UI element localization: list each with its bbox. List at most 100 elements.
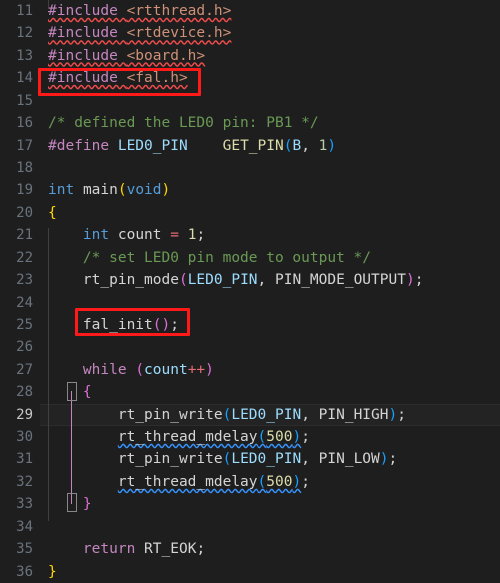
token-header: <rtdevice.h> (126, 25, 232, 42)
token-header: <fal.h> (126, 70, 188, 87)
token-assign: = (170, 227, 179, 244)
code-line-29[interactable]: rt_pin_write(LED0_PIN, PIN_HIGH); (40, 404, 500, 426)
line-number: 13 (16, 47, 33, 64)
token-directive: #define (48, 137, 110, 154)
token-gap (188, 138, 223, 154)
token-directive: #include (48, 70, 118, 87)
token-brace-open: { (48, 204, 57, 221)
token-number: 1 (178, 227, 197, 244)
line-number: 25 (16, 316, 33, 333)
token-arg-1: LED0_PIN (231, 406, 302, 423)
code-line-14[interactable]: #include <fal.h> (40, 67, 500, 89)
code-line-22[interactable]: /* set LED0 pin mode to output */ (40, 247, 500, 269)
token-paren-close: ) (379, 451, 389, 468)
token-paren-close: ) (388, 406, 398, 423)
code-line-34[interactable] (40, 516, 500, 538)
token-macro-name: LED0_PIN (117, 137, 188, 154)
line-number-active: 29 (16, 406, 33, 423)
line-number: 30 (16, 429, 33, 445)
token-number: 500 (266, 473, 293, 490)
token-comment: /* defined the LED0 pin: PB1 */ (48, 115, 319, 132)
code-line-36[interactable]: } (40, 561, 500, 583)
code-line-26[interactable] (40, 336, 500, 358)
token-comma: , (301, 137, 319, 154)
code-line-21[interactable]: int count = 1; (40, 224, 500, 246)
token-var-name: count (109, 227, 171, 244)
token-comma: , (301, 451, 319, 468)
token-comma: , (257, 272, 275, 289)
line-number: 26 (16, 339, 33, 356)
token-arg-2: PIN_HIGH (318, 406, 389, 423)
token-semicolon: ; (397, 406, 406, 423)
token-header: <rtthread.h> (126, 3, 232, 19)
token-type: int (82, 227, 110, 244)
code-line-20[interactable]: { (40, 202, 500, 224)
code-line-16[interactable]: /* defined the LED0 pin: PB1 */ (40, 112, 500, 134)
token-semicolon: ; (196, 227, 206, 244)
token-paren-close: ) (292, 429, 302, 445)
token-directive: #include (48, 47, 118, 64)
token-number: 500 (266, 429, 293, 445)
line-number: 34 (16, 518, 33, 535)
line-number: 14 (16, 70, 33, 87)
token-paren-close: ) (161, 182, 171, 199)
code-line-33[interactable]: } (40, 493, 500, 515)
token-arg-1: LED0_PIN (187, 272, 258, 289)
line-number: 20 (16, 204, 33, 221)
token-brace-open: { (82, 384, 92, 401)
token-paren-open: ( (257, 429, 267, 445)
token-paren-close: ) (327, 137, 337, 154)
line-number: 11 (16, 3, 33, 19)
token-function-call: rt_thread_mdelay (117, 473, 258, 490)
code-line-25[interactable]: fal_init(); (40, 314, 500, 336)
token-directive: #include (48, 3, 118, 19)
code-line-24[interactable] (40, 292, 500, 314)
token-arg-1: LED0_PIN (231, 451, 302, 468)
line-number: 19 (16, 182, 33, 199)
token-comment: /* set LED0 pin mode to output */ (82, 249, 372, 266)
token-function-call: fal_init (82, 316, 153, 333)
code-line-15[interactable] (40, 90, 500, 112)
line-number: 21 (16, 227, 33, 244)
code-line-30[interactable]: rt_thread_mdelay(500); (40, 426, 500, 448)
code-line-11[interactable]: #include <rtthread.h> (40, 0, 500, 22)
token-function-name: main (82, 182, 118, 199)
line-number: 16 (16, 115, 33, 132)
code-line-28[interactable]: { (40, 381, 500, 403)
code-line-35[interactable]: return RT_EOK; (40, 538, 500, 560)
line-number: 24 (16, 294, 33, 311)
token-paren-open: ( (117, 182, 127, 199)
token-return-value: RT_EOK (144, 541, 197, 558)
token-semicolon: ; (301, 429, 310, 445)
code-line-27[interactable]: while (count++) (40, 359, 500, 381)
line-number: 23 (16, 272, 33, 289)
code-line-23[interactable]: rt_pin_mode(LED0_PIN, PIN_MODE_OUTPUT); (40, 269, 500, 291)
line-number: 36 (16, 563, 33, 580)
token-semicolon: ; (301, 473, 310, 490)
line-number: 12 (16, 25, 33, 42)
code-line-32[interactable]: rt_thread_mdelay(500); (40, 471, 500, 493)
token-paren-open: ( (135, 361, 145, 378)
code-line-31[interactable]: rt_pin_write(LED0_PIN, PIN_LOW); (40, 448, 500, 470)
token-function-call: rt_thread_mdelay (117, 429, 258, 445)
token-semicolon: ; (388, 451, 398, 468)
token-brace-close: } (48, 563, 57, 580)
token-semicolon: ; (196, 541, 206, 558)
code-line-19[interactable]: int main(void) (40, 179, 500, 201)
code-line-17[interactable]: #define LED0_PIN GET_PIN(B, 1) (40, 135, 500, 157)
code-editor[interactable]: 11 12 13 14 15 16 17 18 19 20 21 22 23 2… (0, 0, 500, 583)
line-number: 33 (16, 496, 33, 513)
code-line-13[interactable]: #include <board.h> (40, 45, 500, 67)
code-line-12[interactable]: #include <rtdevice.h> (40, 22, 500, 44)
token-semicolon: ; (170, 316, 179, 333)
token-keyword-while: while (82, 361, 127, 378)
line-number-gutter: 11 12 13 14 15 16 17 18 19 20 21 22 23 2… (0, 0, 40, 583)
token-function-call: rt_pin_write (117, 406, 223, 423)
code-line-18[interactable] (40, 157, 500, 179)
token-directive: #include (48, 25, 118, 42)
line-number: 22 (16, 249, 33, 266)
line-number: 32 (16, 473, 33, 490)
token-brace-close: } (82, 496, 92, 513)
